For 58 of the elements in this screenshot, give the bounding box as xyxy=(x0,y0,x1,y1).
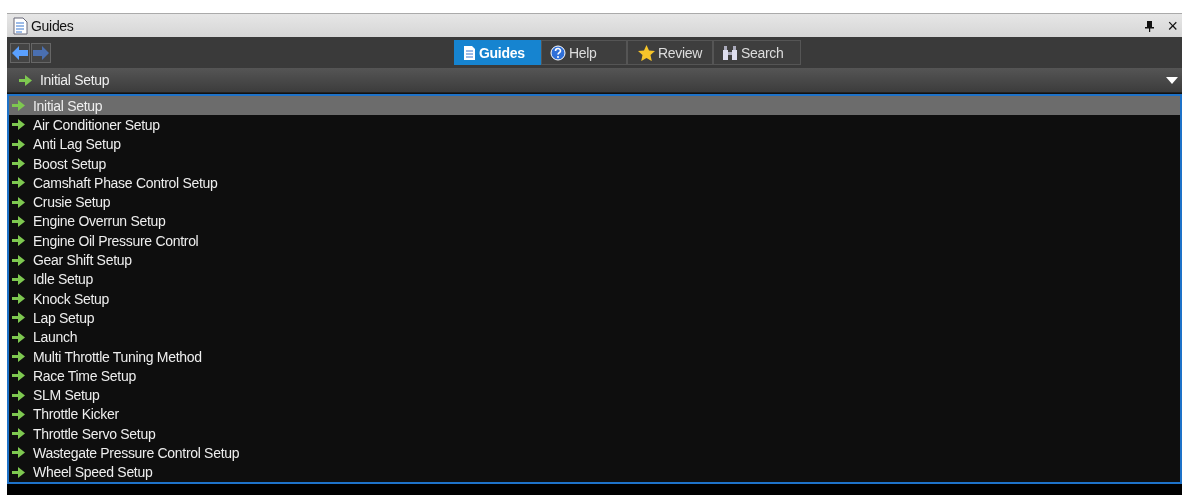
arrow-icon xyxy=(12,196,25,208)
arrow-icon xyxy=(19,74,32,86)
arrow-icon xyxy=(12,158,25,170)
arrow-icon xyxy=(12,100,25,112)
help-icon xyxy=(550,44,566,61)
guide-item[interactable]: Lap Setup xyxy=(9,308,1180,328)
guide-item[interactable]: Camshaft Phase Control Setup xyxy=(9,173,1180,193)
arrow-icon xyxy=(12,119,25,131)
arrow-icon xyxy=(12,389,25,401)
guide-item[interactable]: Anti Lag Setup xyxy=(9,134,1180,154)
arrow-icon xyxy=(12,351,25,362)
forward-button[interactable] xyxy=(31,42,51,63)
arrow-icon xyxy=(12,177,25,189)
guide-item[interactable]: Initial Setup xyxy=(9,96,1180,116)
back-button[interactable] xyxy=(10,42,30,63)
arrow-icon xyxy=(12,273,25,285)
document-icon xyxy=(13,16,28,35)
document-icon xyxy=(463,44,476,61)
guide-item[interactable]: Boost Setup xyxy=(9,153,1180,174)
binoculars-icon xyxy=(722,44,738,61)
guide-item[interactable]: Air Conditioner Setup xyxy=(9,115,1180,135)
arrow-icon xyxy=(12,408,25,420)
tab[interactable]: Search xyxy=(713,40,801,65)
guide-item[interactable]: Engine Overrun Setup xyxy=(9,211,1180,232)
arrow-icon xyxy=(12,312,25,324)
guide-item[interactable]: Throttle Servo Setup xyxy=(9,424,1180,444)
guide-item[interactable]: Multi Throttle Tuning Method xyxy=(9,346,1180,367)
arrow-icon xyxy=(12,215,25,227)
close-button[interactable]: × xyxy=(1165,16,1180,35)
guide-item[interactable]: Launch xyxy=(9,327,1180,347)
window-title: Guides xyxy=(31,17,74,34)
arrow-icon xyxy=(12,331,25,343)
dropdown-value: Initial Setup xyxy=(40,72,110,88)
tab[interactable]: Guides xyxy=(454,40,541,65)
tab[interactable]: Review xyxy=(627,40,713,65)
guide-item[interactable]: Gear Shift Setup xyxy=(9,250,1180,270)
arrow-icon xyxy=(12,138,25,150)
guide-item[interactable]: Wastegate Pressure Control Setup xyxy=(9,443,1180,463)
arrow-icon xyxy=(12,370,25,382)
guide-item[interactable]: Race Time Setup xyxy=(9,366,1180,386)
guide-item[interactable]: Throttle Kicker xyxy=(9,404,1180,425)
pin-icon[interactable] xyxy=(1145,19,1155,32)
guide-item[interactable]: SLM Setup xyxy=(9,385,1180,405)
arrow-icon xyxy=(12,293,25,305)
arrow-icon xyxy=(12,466,25,478)
arrow-icon xyxy=(12,235,25,247)
arrow-icon xyxy=(12,428,25,440)
dropdown-caret-icon xyxy=(1166,76,1178,84)
star-icon xyxy=(637,44,655,61)
arrow-icon xyxy=(12,447,25,459)
guide-item[interactable]: Engine Oil Pressure Control xyxy=(9,231,1180,251)
guide-item[interactable]: Knock Setup xyxy=(9,288,1180,309)
guide-item[interactable]: Idle Setup xyxy=(9,269,1180,289)
guide-dropdown[interactable]: Initial Setup xyxy=(7,68,1182,93)
guide-item[interactable]: Crusie Setup xyxy=(9,192,1180,212)
guide-item[interactable]: Wheel Speed Setup xyxy=(9,462,1180,482)
tab[interactable]: Help xyxy=(541,40,627,65)
arrow-icon xyxy=(12,254,25,266)
